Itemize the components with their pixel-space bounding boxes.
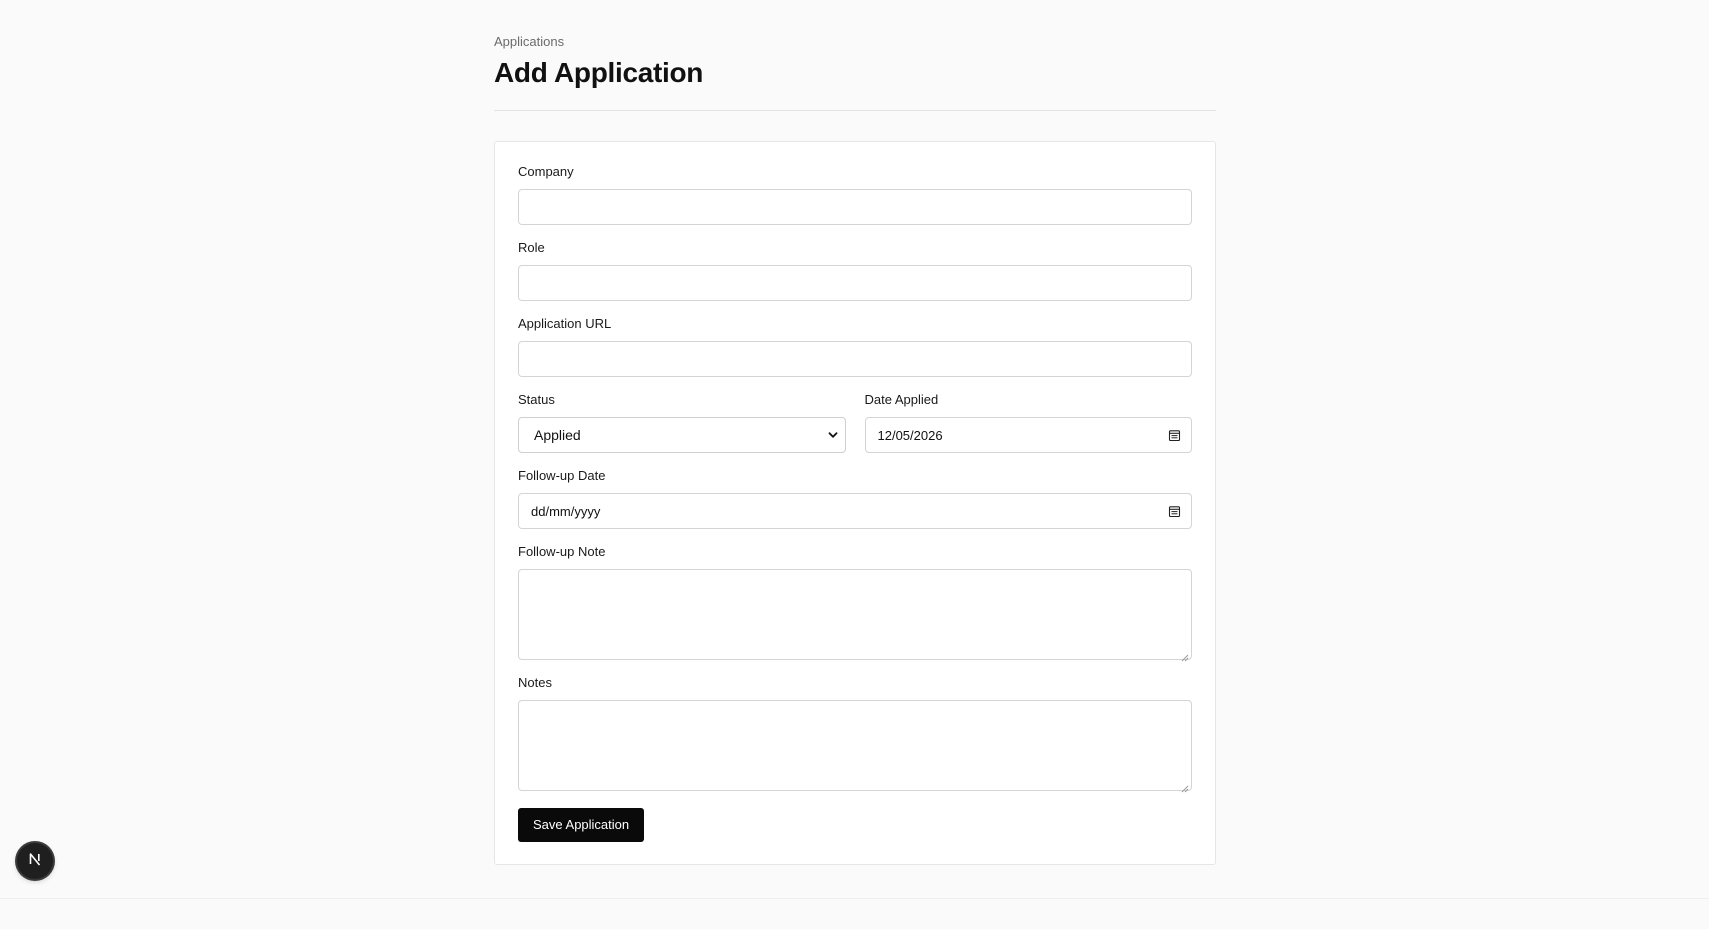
status-selected-value: Applied: [534, 427, 581, 443]
application-form-card: Company Role Application URL Status Appl…: [494, 141, 1216, 865]
page-container: Applications Add Application Company Rol…: [494, 0, 1216, 865]
notes-label: Notes: [518, 675, 552, 690]
header-divider: [494, 110, 1216, 111]
application-url-field-group: Application URL: [518, 316, 1192, 377]
role-label: Role: [518, 240, 545, 255]
status-select[interactable]: Applied: [518, 417, 846, 453]
follow-up-date-input[interactable]: dd/mm/yyyy: [518, 493, 1192, 529]
resize-handle-icon[interactable]: [1181, 649, 1189, 662]
follow-up-note-textarea[interactable]: [518, 569, 1192, 662]
status-label: Status: [518, 392, 555, 407]
status-field-group: Status Applied: [518, 392, 846, 453]
date-applied-value: 12/05/2026: [877, 427, 943, 443]
breadcrumb[interactable]: Applications: [494, 34, 1216, 50]
date-applied-input[interactable]: 12/05/2026: [864, 417, 1192, 453]
application-url-label: Application URL: [518, 316, 612, 331]
save-application-button[interactable]: Save Application: [518, 808, 645, 842]
company-input[interactable]: [518, 189, 1192, 225]
role-field-group: Role: [518, 240, 1192, 301]
follow-up-note-field-group: Follow-up Note: [518, 544, 1192, 662]
nextjs-icon: [27, 851, 43, 872]
resize-handle-icon[interactable]: [1181, 780, 1189, 793]
nextjs-dev-badge[interactable]: [17, 843, 53, 879]
application-url-input[interactable]: [518, 341, 1192, 377]
bottom-divider: [0, 898, 1709, 899]
follow-up-date-placeholder: dd/mm/yyyy: [531, 503, 601, 519]
notes-field-group: Notes: [518, 675, 1192, 793]
date-applied-field-group: Date Applied 12/05/2026: [864, 392, 1192, 453]
status-date-row: Status Applied Date Applied 12/05/2026: [518, 392, 1192, 468]
company-label: Company: [518, 164, 574, 179]
chevron-down-icon: [827, 429, 839, 441]
calendar-icon[interactable]: [1167, 428, 1181, 442]
follow-up-note-label: Follow-up Note: [518, 544, 606, 559]
date-applied-label: Date Applied: [864, 392, 939, 407]
role-input[interactable]: [518, 265, 1192, 301]
calendar-icon[interactable]: [1167, 504, 1181, 518]
notes-textarea[interactable]: [518, 700, 1192, 793]
follow-up-date-field-group: Follow-up Date dd/mm/yyyy: [518, 468, 1192, 529]
company-field-group: Company: [518, 164, 1192, 225]
page-title: Add Application: [494, 57, 704, 88]
follow-up-date-label: Follow-up Date: [518, 468, 606, 483]
